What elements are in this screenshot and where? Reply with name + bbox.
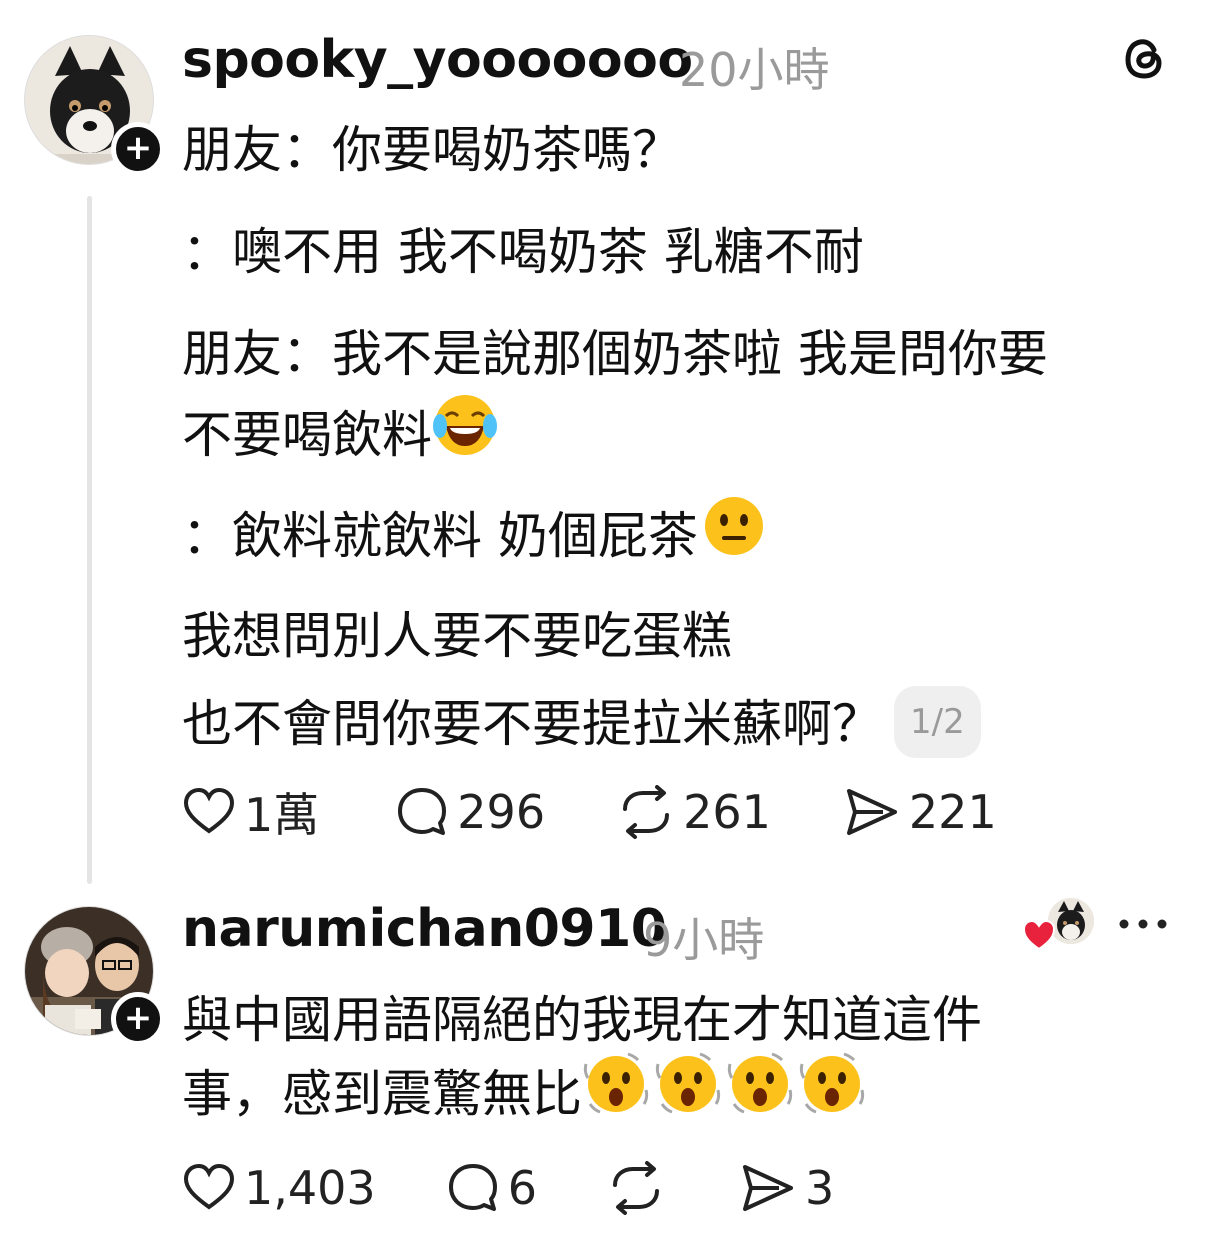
heart-icon — [1022, 919, 1056, 951]
astonished-emoji — [798, 1050, 866, 1137]
heart-icon — [183, 1163, 235, 1210]
reply-share-count: 3 — [804, 1161, 835, 1215]
heart-icon — [183, 787, 235, 834]
threads-logo-icon[interactable] — [1120, 34, 1168, 82]
repost-icon — [623, 785, 670, 839]
reply-actions: 1,403 6 3 — [182, 1158, 834, 1218]
comment-button[interactable]: 296 — [395, 785, 545, 839]
post-timestamp: 20小時 — [679, 43, 830, 97]
share-icon — [846, 789, 897, 835]
post-line-3: 朋友：我不是說那個奶茶啦 我是問你要 — [182, 325, 1048, 383]
astonished-emoji — [582, 1050, 650, 1137]
reply-line-2: 事，感到震驚無比 — [182, 1065, 582, 1123]
share-icon — [742, 1165, 793, 1211]
follow-plus-button-reply[interactable]: + — [111, 992, 165, 1046]
like-button[interactable]: 1萬 — [182, 779, 319, 845]
reply-timestamp: 9小時 — [643, 913, 765, 967]
neutral-face-emoji — [702, 494, 766, 577]
reply-share-button[interactable]: 3 — [739, 1161, 834, 1215]
reply-username[interactable]: narumichan0910 — [182, 899, 667, 959]
astonished-emoji-group — [582, 1052, 866, 1123]
post-line-7: 也不會問你要不要提拉米蘇啊？ — [182, 695, 882, 753]
reply-like-button[interactable]: 1,403 — [182, 1161, 376, 1215]
thread-line — [87, 196, 92, 884]
like-count: 1萬 — [244, 788, 320, 842]
laughing-tears-emoji — [432, 392, 498, 477]
post-username[interactable]: spooky_yooooooo — [182, 30, 693, 90]
astonished-emoji — [654, 1050, 722, 1137]
repost-button[interactable]: 261 — [617, 785, 771, 839]
post-line-6: 我想問別人要不要吃蛋糕 — [182, 607, 732, 665]
comment-icon — [448, 1164, 497, 1211]
post-line-5-wrap: ：飲料就飲料 奶個屁茶 — [182, 497, 766, 581]
post-line-1: 朋友：你要喝奶茶嗎？ — [182, 121, 682, 179]
author-liked-indicator — [1022, 896, 1094, 951]
follow-plus-button[interactable]: + — [111, 122, 165, 176]
post-line-2: ：噢不用 我不喝奶茶 乳糖不耐 — [182, 223, 864, 281]
comment-icon — [398, 788, 447, 835]
comment-count: 296 — [457, 785, 546, 839]
reply-repost-button[interactable] — [607, 1161, 673, 1215]
repost-count: 261 — [683, 785, 771, 839]
reply-line-2-wrap: 事，感到震驚無比 — [182, 1052, 866, 1141]
repost-icon — [612, 1161, 659, 1215]
astonished-emoji — [726, 1050, 794, 1137]
more-icon[interactable] — [1118, 916, 1168, 930]
reply-comment-button[interactable]: 6 — [446, 1161, 537, 1215]
reply-comment-count: 6 — [507, 1161, 537, 1215]
post-line-5: ：飲料就飲料 奶個屁茶 — [182, 507, 698, 565]
post-line-4: 不要喝飲料 — [182, 406, 432, 464]
post-actions: 1萬 296 261 221 — [182, 782, 997, 842]
page-indicator-badge: 1/2 — [894, 685, 981, 758]
reply-like-count: 1,403 — [244, 1161, 376, 1215]
post-line-7-wrap: 也不會問你要不要提拉米蘇啊？ 1/2 — [182, 685, 981, 764]
share-button[interactable]: 221 — [843, 785, 997, 839]
post-line-4-wrap: 不要喝飲料 — [182, 395, 498, 481]
reply-line-1: 與中國用語隔絕的我現在才知道這件 — [182, 991, 982, 1049]
share-count: 221 — [908, 785, 997, 839]
